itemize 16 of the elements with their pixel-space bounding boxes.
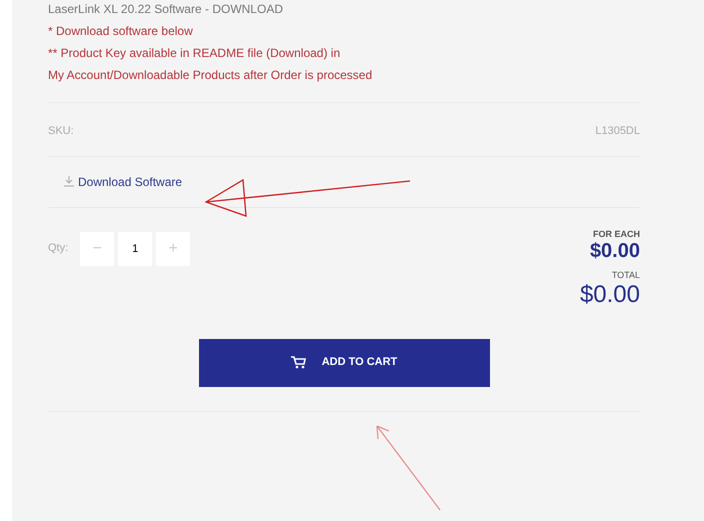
cart-icon bbox=[290, 356, 306, 369]
total-price: $0.00 bbox=[580, 282, 640, 306]
product-note: ** Product Key available in README file (Download) in bbox=[48, 45, 342, 62]
add-to-cart-button[interactable]: ADD TO CART bbox=[198, 338, 490, 386]
quantity-label: Qty: bbox=[48, 241, 68, 256]
download-link[interactable]: Download Software bbox=[78, 172, 182, 190]
unit-price: $0.00 bbox=[590, 241, 640, 261]
product-title: LaserLink XL 20.22 Software - DOWNLOAD bbox=[48, 1, 284, 18]
product-note: My Account/Downloadable Products after Order is processed bbox=[48, 67, 374, 84]
download-icon bbox=[64, 176, 74, 187]
quantity-field[interactable]: 1 bbox=[118, 232, 152, 266]
for-each-label: FOR EACH bbox=[593, 228, 640, 240]
product-note: * Download software below bbox=[48, 23, 194, 40]
sku-value: L1305DL bbox=[595, 124, 640, 139]
sku-label: SKU: bbox=[48, 124, 74, 139]
total-label: TOTAL bbox=[612, 269, 640, 282]
